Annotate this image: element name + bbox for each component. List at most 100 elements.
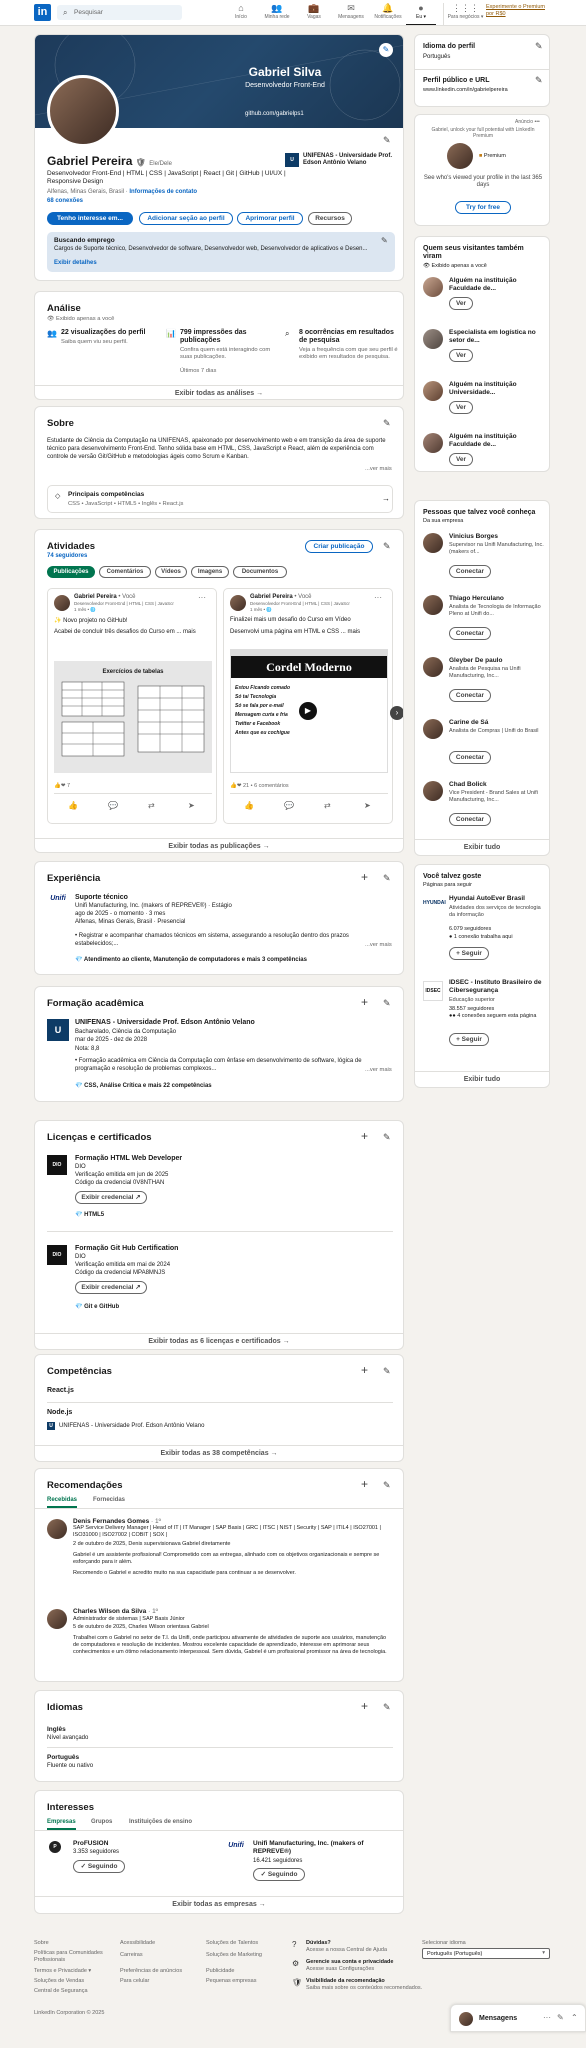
carousel-next-icon[interactable]: ›: [390, 706, 403, 720]
follow-button[interactable]: + Seguir: [449, 947, 489, 960]
more-icon[interactable]: ···: [543, 2013, 551, 2022]
person-avatar[interactable]: [423, 595, 443, 615]
edit-language-icon[interactable]: ✎: [383, 1702, 391, 1713]
viewer-text[interactable]: Especialista em logística no setor de...: [449, 329, 544, 345]
footer-link[interactable]: Preferências de anúncios: [120, 1968, 182, 1974]
comment-icon[interactable]: 💬: [108, 801, 118, 810]
add-education-icon[interactable]: +: [361, 996, 368, 1008]
viewer-text[interactable]: Alguém na instituição Universidade...: [449, 381, 544, 397]
license-skill[interactable]: 💎 Git e GitHub: [75, 1303, 119, 1311]
followers-count[interactable]: 74 seguidores: [47, 553, 87, 559]
person-name[interactable]: Chad Bolick: [449, 781, 487, 788]
contact-info-link[interactable]: Informações de contato: [129, 189, 197, 195]
show-all-skills-link[interactable]: Exibir todas as 38 competências →: [35, 1445, 403, 1461]
tab-posts[interactable]: Publicações: [47, 566, 95, 578]
person-name[interactable]: Thiago Herculano: [449, 595, 504, 602]
footer-link[interactable]: Carreiras: [120, 1952, 143, 1958]
repost-icon[interactable]: ⇄: [324, 801, 331, 810]
nav-jobs[interactable]: 💼 Vagas: [295, 3, 333, 25]
comment-icon[interactable]: 💬: [284, 801, 294, 810]
tab-images[interactable]: Imagens: [191, 566, 229, 578]
edit-open-to-work-icon[interactable]: ✎: [381, 236, 388, 245]
play-video-icon[interactable]: ▶: [299, 702, 317, 720]
messaging-bar[interactable]: Mensagens ··· ✎ ⌃: [450, 2004, 586, 2032]
tab-given[interactable]: Fornecidas: [93, 1497, 125, 1503]
nav-notifications[interactable]: 🔔 Notificações: [369, 3, 407, 25]
tab-companies[interactable]: Empresas: [47, 1819, 76, 1830]
post-card-1[interactable]: Gabriel Pereira • Você Desenvolvedor Fro…: [47, 588, 217, 824]
chevron-up-icon[interactable]: ⌃: [571, 2013, 578, 2022]
person-name[interactable]: Vinicius Borges: [449, 533, 498, 540]
person-avatar[interactable]: [423, 657, 443, 677]
more-icon[interactable]: ···: [374, 593, 382, 602]
show-credential-button[interactable]: Exibir credencial ↗: [75, 1191, 147, 1204]
send-icon[interactable]: ➤: [364, 801, 371, 810]
connect-button[interactable]: Conectar: [449, 689, 491, 702]
post-reactions[interactable]: 👍❤ 7: [54, 783, 70, 789]
education-skills[interactable]: 💎 CSS, Análise Crítica e mais 22 competê…: [75, 1082, 212, 1090]
premium-link[interactable]: Experimente o Premium por R$0: [486, 4, 546, 18]
compose-icon[interactable]: ✎: [557, 2013, 564, 2022]
edit-skill-icon[interactable]: ✎: [383, 1366, 391, 1377]
enhance-profile-button[interactable]: Aprimorar perfil: [237, 212, 303, 225]
tab-comments[interactable]: Comentários: [99, 566, 151, 578]
show-all-analytics-link[interactable]: Exibir todas as análises →: [35, 385, 403, 399]
open-to-button[interactable]: Tenho interesse em...: [47, 212, 133, 225]
person-avatar[interactable]: [423, 781, 443, 801]
language-select[interactable]: Português (Português) ▾: [422, 1948, 550, 1959]
show-all-companies-link[interactable]: Exibir todas as empresas →: [35, 1896, 403, 1912]
show-all-licenses-link[interactable]: Exibir todas as 6 licenças e certificado…: [35, 1333, 403, 1349]
follow-button[interactable]: + Seguir: [449, 1033, 489, 1046]
connect-button[interactable]: Conectar: [449, 751, 491, 764]
post-image-1[interactable]: Exercícios de tabelas: [54, 661, 212, 773]
open-to-work-box[interactable]: Buscando emprego Cargos de Suporte técni…: [47, 232, 395, 272]
person-name[interactable]: Carine de Sá: [449, 719, 488, 726]
footer-link[interactable]: Soluções de Marketing: [206, 1952, 262, 1958]
footer-link[interactable]: Publicidade: [206, 1968, 234, 1974]
tab-groups[interactable]: Grupos: [91, 1819, 112, 1825]
edit-language-setting-icon[interactable]: ✎: [535, 41, 543, 52]
edit-activity-icon[interactable]: ✎: [383, 541, 391, 552]
post-card-2[interactable]: Gabriel Pereira • Você Desenvolvedor Fro…: [223, 588, 393, 824]
recommender-avatar[interactable]: [47, 1519, 67, 1539]
edit-license-icon[interactable]: ✎: [383, 1132, 391, 1143]
search-bar[interactable]: ⌕ Pesquisar: [57, 5, 182, 20]
view-button[interactable]: Ver: [449, 453, 473, 466]
repost-icon[interactable]: ⇄: [148, 801, 155, 810]
connect-button[interactable]: Conectar: [449, 813, 491, 826]
tab-schools[interactable]: Instituições de ensino: [129, 1819, 192, 1825]
footer-link[interactable]: Sobre: [34, 1940, 49, 1946]
tab-received[interactable]: Recebidas: [47, 1497, 78, 1508]
recommender-avatar[interactable]: [47, 1609, 67, 1629]
edit-experience-icon[interactable]: ✎: [383, 873, 391, 884]
tab-videos[interactable]: Vídeos: [155, 566, 187, 578]
more-icon[interactable]: ···: [198, 593, 206, 602]
show-credential-button[interactable]: Exibir credencial ↗: [75, 1281, 147, 1294]
like-icon[interactable]: 👍: [68, 801, 78, 810]
tab-documents[interactable]: Documentos: [233, 566, 287, 578]
person-avatar[interactable]: [423, 533, 443, 553]
nav-messaging[interactable]: ✉ Mensagens: [332, 3, 370, 25]
footer-link[interactable]: Políticas para Comunidades Profissionais: [34, 1950, 110, 1963]
recommender-name[interactable]: Denis Fernandes Gomes · 1º: [73, 1518, 161, 1525]
manage-title[interactable]: Gerencie sua conta e privacidade: [306, 1959, 393, 1965]
create-post-button[interactable]: Criar publicação: [305, 540, 373, 553]
about-see-more[interactable]: ...ver mais: [365, 466, 392, 472]
experience-skills[interactable]: 💎 Atendimento ao cliente, Manutenção de …: [75, 956, 307, 964]
add-skill-icon[interactable]: +: [361, 1364, 368, 1376]
connect-button[interactable]: Conectar: [449, 565, 491, 578]
nav-home[interactable]: ⌂ Início: [222, 3, 260, 25]
footer-link[interactable]: Acessibilidade: [120, 1940, 155, 1946]
edit-about-icon[interactable]: ✎: [383, 418, 391, 429]
top-skills-box[interactable]: ◇ Principais competências CSS • JavaScri…: [47, 485, 393, 513]
view-button[interactable]: Ver: [449, 349, 473, 362]
person-avatar[interactable]: [423, 719, 443, 739]
nav-network[interactable]: 👥 Minha rede: [258, 3, 296, 25]
pymk-show-all-link[interactable]: Exibir tudo: [415, 839, 549, 855]
recommendation-visibility-title[interactable]: Visibilidade da recomendação: [306, 1978, 385, 1984]
post-reactions[interactable]: 👍❤ 21 • 6 comentários: [230, 783, 289, 789]
nav-business[interactable]: ⋮⋮⋮ Para negócios ▾: [443, 3, 487, 25]
add-experience-icon[interactable]: +: [361, 871, 368, 883]
show-details-link[interactable]: Exibir detalhes: [54, 260, 97, 266]
resources-button[interactable]: Recursos: [308, 212, 352, 225]
